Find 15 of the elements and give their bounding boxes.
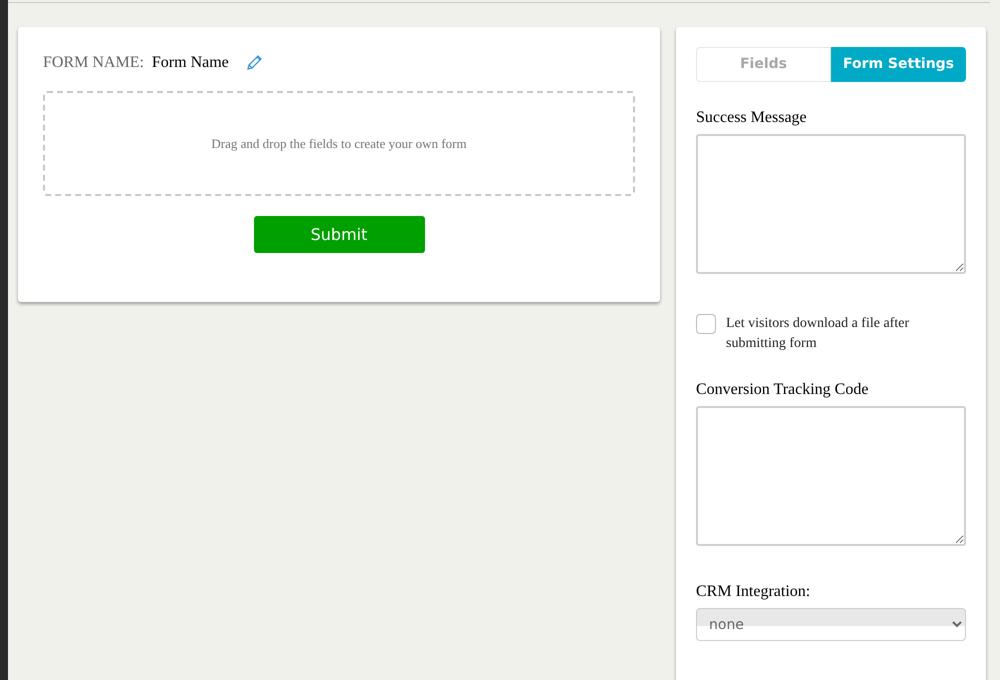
form-name-label: FORM NAME: (43, 53, 144, 73)
tab[interactable]: Form Settings (831, 47, 966, 82)
drop-zone: Drag and drop the fields to create your own form (43, 91, 635, 196)
checkbox[interactable] (696, 314, 716, 334)
checkbox-label: Let visitors download a file after submitting form (726, 315, 910, 353)
field-label: Conversion Tracking Code (696, 380, 870, 400)
submit-button[interactable]: Submit (254, 216, 424, 253)
form-name: Form Name (152, 53, 229, 73)
crm-select[interactable]: none (696, 608, 966, 641)
pencil-icon[interactable] (244, 54, 262, 72)
field-label: CRM Integration: (696, 582, 812, 602)
tab[interactable]: Fields (696, 47, 831, 82)
conversion-code-field[interactable] (696, 406, 966, 546)
field-label: Success Message (696, 108, 808, 128)
success-message-field[interactable] (696, 134, 966, 274)
